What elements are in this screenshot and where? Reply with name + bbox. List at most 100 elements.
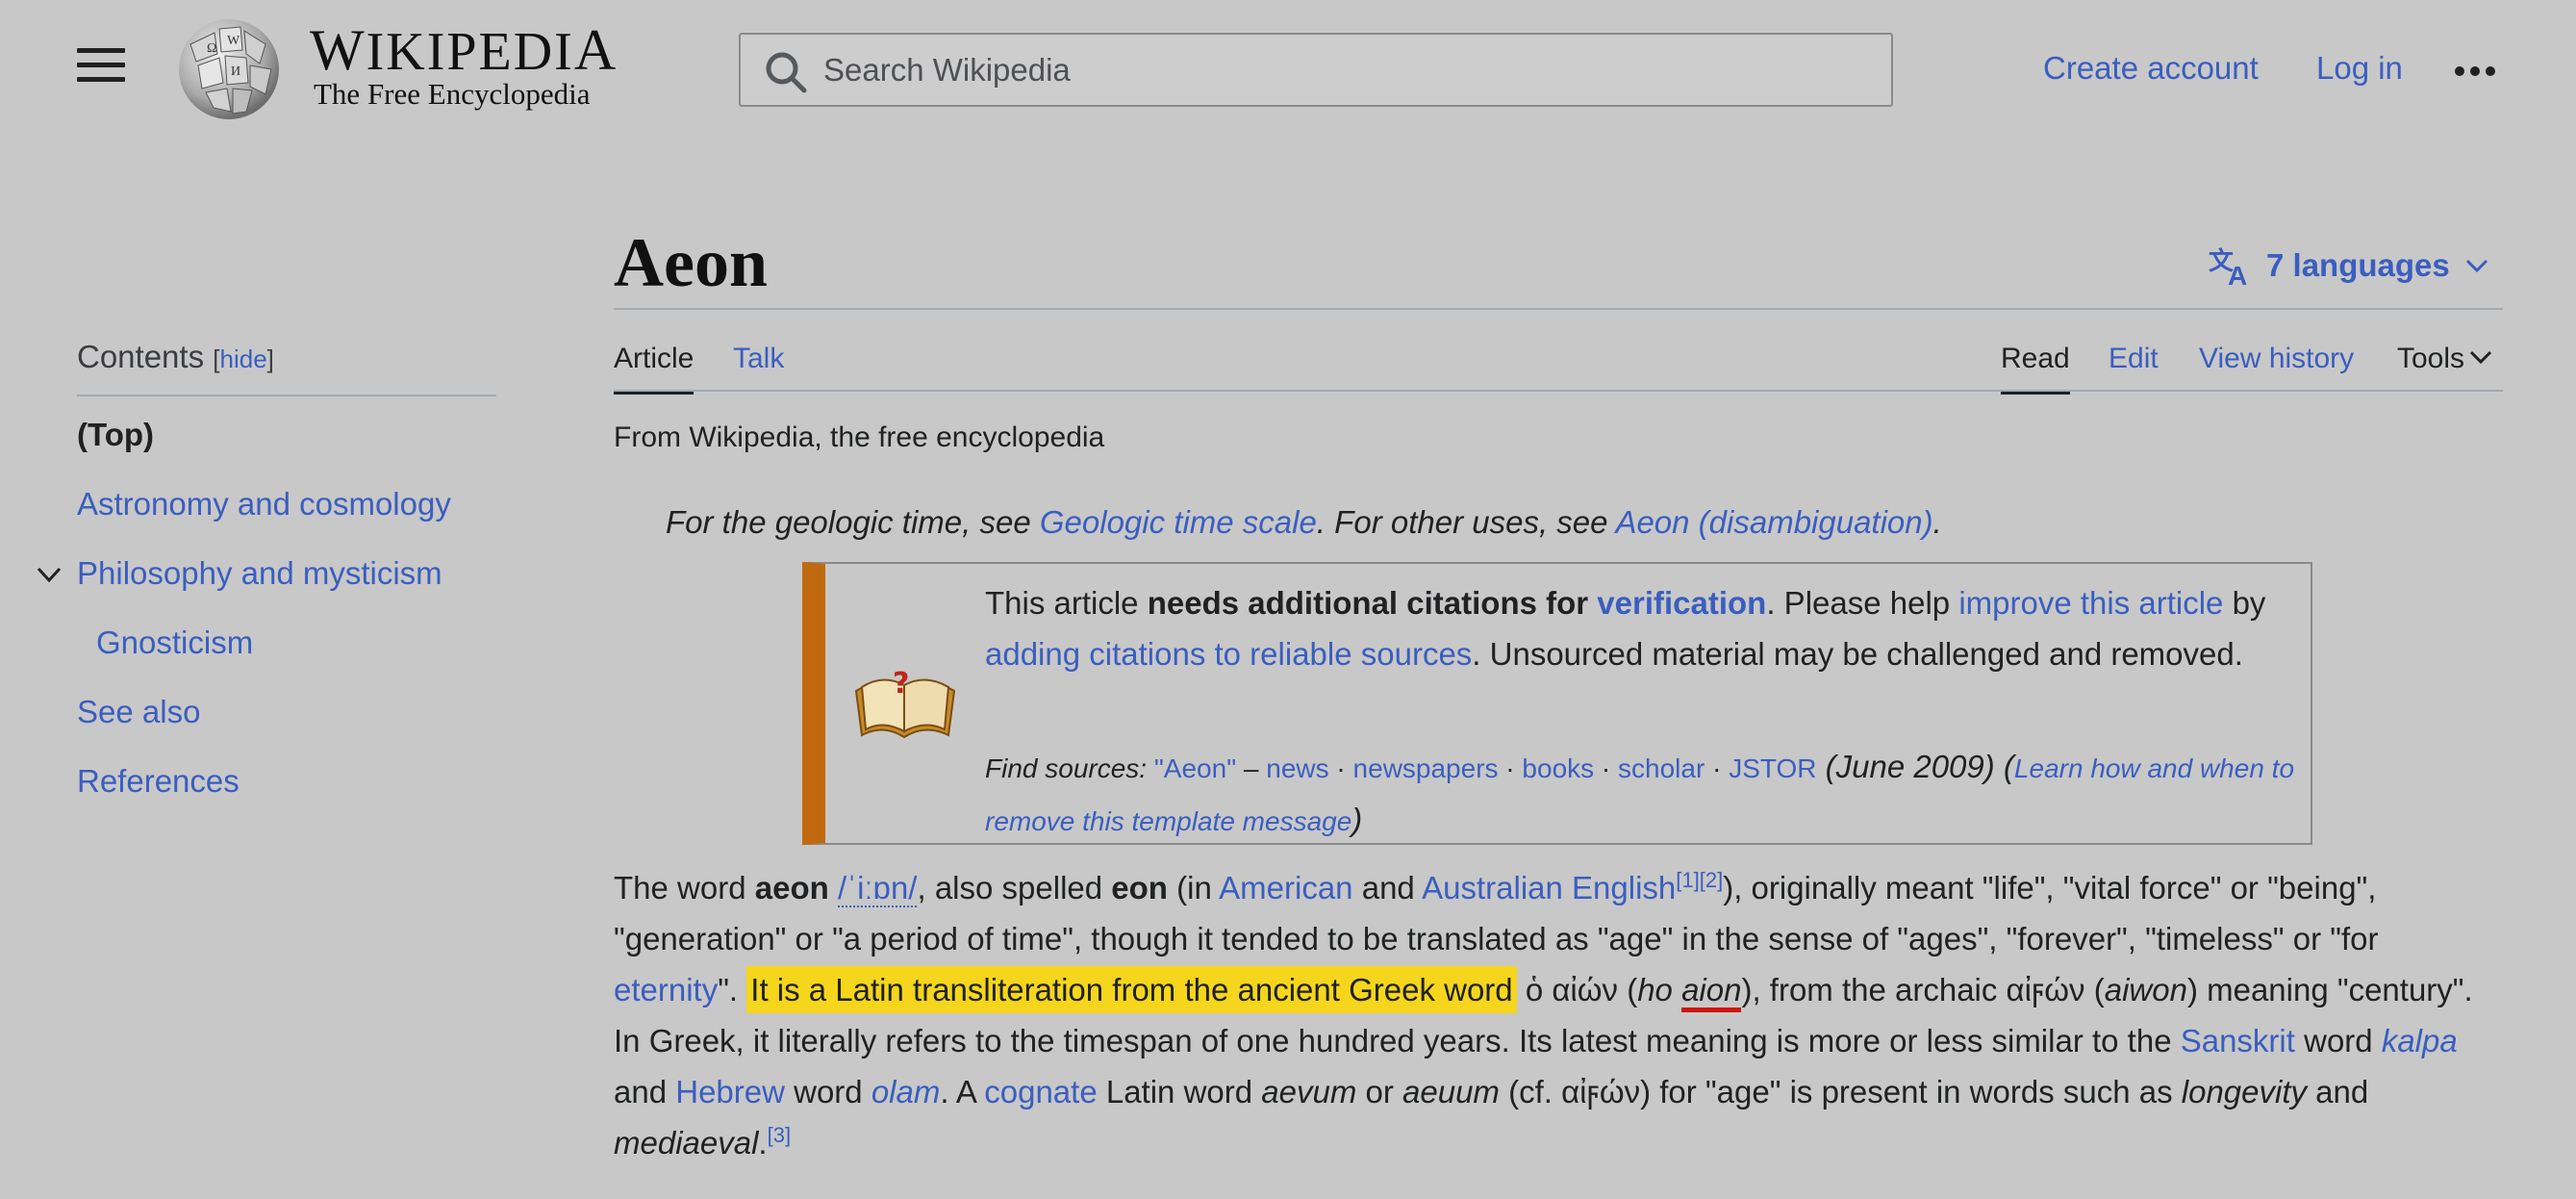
- eternity-link[interactable]: eternity: [614, 972, 718, 1008]
- tab-view-history[interactable]: View history: [2199, 343, 2354, 375]
- body-text: ".: [718, 972, 747, 1008]
- wikipedia-tagline: The Free Encyclopedia: [314, 77, 591, 111]
- toc-item-philosophy-label: Philosophy and mysticism: [77, 555, 442, 591]
- body-text: and: [614, 1074, 676, 1110]
- article-paragraph: The word aeon /ˈiːɒn/, also spelled eon …: [614, 862, 2505, 1168]
- verification-link[interactable]: verification: [1597, 585, 1766, 621]
- body-text: (in: [1167, 870, 1220, 906]
- create-account-link[interactable]: Create account: [2043, 50, 2259, 87]
- hatnote-text: . For other uses, see: [1316, 504, 1616, 540]
- ellipsis-icon[interactable]: [2455, 64, 2503, 77]
- hatnote-text: .: [1932, 504, 1942, 540]
- chevron-down-icon: [2465, 259, 2488, 273]
- translate-icon: 文 A: [2209, 246, 2247, 287]
- svg-text:W: W: [227, 34, 240, 48]
- toc-hide-close-bracket: ]: [266, 344, 274, 373]
- svg-text:A: A: [2228, 261, 2247, 287]
- kalpa-link[interactable]: kalpa: [2382, 1023, 2458, 1059]
- source-news-link[interactable]: news: [1266, 753, 1328, 783]
- geologic-time-scale-link[interactable]: Geologic time scale: [1040, 504, 1317, 540]
- site-sub: From Wikipedia, the free encyclopedia: [614, 421, 1105, 453]
- toc-item-philosophy[interactable]: Philosophy and mysticism: [37, 539, 496, 608]
- chevron-down-icon[interactable]: [35, 560, 63, 589]
- toc-hide-button[interactable]: hide: [220, 344, 267, 373]
- body-text: [1673, 972, 1681, 1008]
- toc-item-gnosticism[interactable]: Gnosticism: [77, 608, 496, 677]
- cognate-link[interactable]: cognate: [984, 1074, 1097, 1110]
- separator: ·: [1705, 753, 1730, 783]
- wikipedia-globe-logo[interactable]: Ω W И: [171, 15, 287, 121]
- separator: ·: [1498, 753, 1523, 783]
- body-text: and: [2307, 1074, 2369, 1110]
- source-scholar-link[interactable]: scholar: [1618, 753, 1705, 783]
- improve-article-link[interactable]: improve this article: [1958, 585, 2223, 621]
- adding-citations-link[interactable]: adding citations to reliable sources: [985, 636, 1472, 672]
- find-sources: Find sources: "Aeon" – news · newspapers…: [985, 741, 2303, 847]
- citation-notice-text: This article needs additional citations …: [985, 577, 2303, 679]
- chevron-down-icon: [2469, 350, 2492, 365]
- body-text: ὁ αἰών (: [1516, 972, 1638, 1008]
- olam-link[interactable]: olam: [871, 1074, 941, 1110]
- term-eon: eon: [1111, 870, 1168, 906]
- american-link[interactable]: American: [1219, 870, 1352, 906]
- body-text: Latin word: [1097, 1074, 1262, 1110]
- sanskrit-link[interactable]: Sanskrit: [2181, 1023, 2295, 1059]
- toc-heading: Contents [hide]: [77, 339, 496, 396]
- ipa-link[interactable]: /ˈiːɒn/: [837, 870, 918, 907]
- toc-item-top[interactable]: (Top): [77, 400, 496, 470]
- separator: ·: [1594, 753, 1619, 783]
- notice-date: (June 2009) (: [1816, 749, 2014, 784]
- tab-article[interactable]: Article: [614, 343, 695, 395]
- notice-close-paren: ): [1351, 802, 1363, 837]
- hebrew-link[interactable]: Hebrew: [675, 1074, 785, 1110]
- wikipedia-wordmark[interactable]: WIKIPEDIA: [310, 21, 618, 79]
- source-newspapers-link[interactable]: newspapers: [1353, 753, 1499, 783]
- question-book-icon: ?: [854, 667, 956, 739]
- hatnote: For the geologic time, see Geologic time…: [666, 504, 1942, 541]
- page-title: Aeon: [614, 224, 768, 301]
- dash: –: [1236, 753, 1267, 783]
- source-jstor-link[interactable]: JSTOR: [1729, 753, 1816, 783]
- reference-1-2-link[interactable]: [1][2]: [1676, 868, 1723, 892]
- aeon-disambiguation-link[interactable]: Aeon (disambiguation): [1615, 504, 1932, 540]
- search-box[interactable]: [739, 33, 1893, 107]
- language-selector[interactable]: 文 A 7 languages: [2209, 244, 2490, 287]
- body-text: The word: [614, 870, 755, 906]
- term-ho: ho: [1637, 972, 1673, 1008]
- notice-text: . Unsourced material may be challenged a…: [1472, 636, 2243, 672]
- search-input[interactable]: [823, 35, 1872, 105]
- body-text: (cf. αἰϝών) for "age" is present in word…: [1499, 1074, 2182, 1110]
- tab-edit[interactable]: Edit: [2109, 343, 2159, 375]
- body-text: and: [1352, 870, 1423, 906]
- citation-notice-box: ? This article needs additional citation…: [802, 562, 2312, 845]
- tab-talk[interactable]: Talk: [733, 343, 784, 375]
- term-aiwon: aiwon: [2104, 972, 2187, 1008]
- tab-read[interactable]: Read: [2001, 343, 2070, 395]
- find-sources-label: Find sources:: [985, 753, 1154, 783]
- toc-item-references[interactable]: References: [77, 747, 496, 816]
- term-aevum: aevum: [1261, 1074, 1357, 1110]
- toc-item-astronomy[interactable]: Astronomy and cosmology: [77, 470, 496, 539]
- body-text: , also spelled: [917, 870, 1112, 906]
- tab-tools[interactable]: Tools: [2397, 343, 2493, 375]
- log-in-link[interactable]: Log in: [2316, 50, 2403, 87]
- tabs-divider: [614, 390, 2503, 392]
- hatnote-text: For the geologic time, see: [666, 504, 1040, 540]
- notice-bold-text: needs additional citations for: [1147, 585, 1598, 621]
- source-aeon-link[interactable]: "Aeon": [1154, 753, 1236, 783]
- svg-text:Ω: Ω: [207, 41, 216, 56]
- toc-item-see-also[interactable]: See also: [77, 677, 496, 747]
- source-books-link[interactable]: books: [1522, 753, 1594, 783]
- separator: ·: [1328, 753, 1353, 783]
- term-aeon: aeon: [754, 870, 829, 906]
- notice-text: This article: [985, 585, 1148, 621]
- svg-text:И: И: [231, 64, 240, 79]
- body-text: . A: [940, 1074, 985, 1110]
- hamburger-menu-icon[interactable]: [77, 48, 125, 90]
- reference-3-link[interactable]: [3]: [768, 1123, 791, 1147]
- languages-label: 7 languages: [2266, 247, 2450, 283]
- notice-text: . Please help: [1766, 585, 1959, 621]
- australian-english-link[interactable]: Australian English: [1422, 870, 1676, 906]
- svg-text:?: ?: [893, 667, 909, 701]
- term-aion-underlined: aion: [1681, 972, 1742, 1012]
